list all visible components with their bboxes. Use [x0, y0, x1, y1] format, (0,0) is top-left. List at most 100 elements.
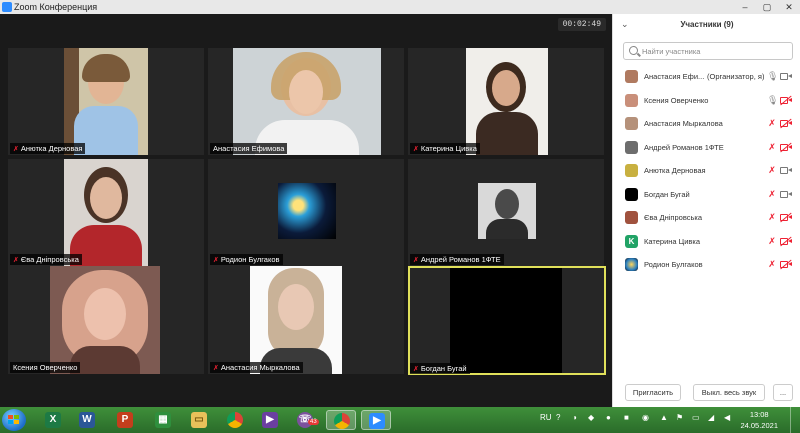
video-tile-active-speaker[interactable]: ✗ Богдан Бугай	[408, 266, 606, 375]
zoom-logo-icon	[2, 2, 12, 12]
mic-muted-icon[interactable]: ✗	[767, 142, 777, 153]
participant-role: (Организатор, я)	[707, 72, 765, 81]
participant-row[interactable]: Анастасия Мыркалова ✗	[613, 112, 800, 136]
participant-name: Богдан Бугай	[644, 189, 690, 199]
mic-muted-icon[interactable]: ✗	[767, 212, 777, 223]
participant-row[interactable]: Богдан Бугай ✗	[613, 183, 800, 207]
window-title: Zoom Конференция	[14, 2, 98, 12]
spreadsheet-icon: ▦	[155, 412, 171, 428]
close-icon[interactable]: ✕	[778, 0, 800, 14]
video-off-icon[interactable]	[780, 143, 792, 152]
video-tile[interactable]: Ксения Оверченко	[8, 266, 204, 374]
taskbar-spreadsheet[interactable]: ▦	[148, 410, 178, 430]
participant-name: Ксения Оверченко	[644, 95, 709, 105]
notification-badge: 43	[308, 419, 319, 425]
video-off-icon[interactable]	[780, 237, 792, 246]
participant-name: Анастасия Ефи...	[644, 72, 705, 81]
search-icon	[629, 46, 638, 55]
participant-row[interactable]: Родион Булгаков ✗	[613, 253, 800, 277]
participant-row[interactable]: Єва Дніпровська ✗	[613, 206, 800, 230]
video-off-icon[interactable]	[780, 96, 792, 105]
mic-muted-icon[interactable]: ✗	[767, 259, 777, 270]
video-tile[interactable]: Анастасия Ефимова	[208, 48, 404, 155]
taskbar-chrome-2[interactable]	[326, 410, 356, 430]
participant-name: Катерина Цивка	[644, 236, 700, 246]
mute-all-button[interactable]: Выкл. весь звук	[693, 384, 765, 401]
taskbar-word[interactable]: W	[72, 410, 102, 430]
video-camera-icon[interactable]	[780, 166, 792, 175]
volume-icon[interactable]: ◀	[724, 413, 730, 422]
participant-row[interactable]: Анастасия Ефи... (Организатор, я) 🎙	[613, 65, 800, 89]
video-off-icon[interactable]	[780, 213, 792, 222]
taskbar-zoom[interactable]: ▶	[361, 410, 391, 430]
tile-name-label: ✗ Богдан Бугай	[410, 363, 470, 374]
muted-mic-icon: ✗	[413, 146, 419, 153]
system-clock[interactable]: 13:08 24.05.2021	[740, 409, 778, 431]
show-hidden-icons[interactable]: ▲	[660, 413, 668, 422]
taskbar-chrome[interactable]	[220, 410, 250, 430]
chrome-icon	[227, 412, 243, 428]
participant-video	[50, 266, 160, 374]
help-icon[interactable]: ?	[556, 413, 560, 422]
maximize-icon[interactable]: ▢	[756, 0, 778, 14]
participant-row[interactable]: Андрей Романов 1ФТЕ ✗	[613, 136, 800, 160]
video-tile[interactable]: ✗ Єва Дніпровська	[8, 159, 204, 266]
more-button[interactable]: ...	[773, 384, 793, 401]
mic-muted-icon[interactable]: ✗	[767, 236, 777, 247]
video-tile[interactable]: ✗ Анютка Дерновая	[8, 48, 204, 155]
tray-app-icon[interactable]: ◆	[588, 413, 594, 422]
flag-icon[interactable]: ⚑	[676, 413, 683, 422]
meeting-gallery: 00:02:49 ✗ Анютка Дерновая Анастасия Ефим…	[0, 14, 612, 407]
tray-app-icon[interactable]: ◉	[642, 413, 649, 422]
tile-name-label: ✗ Єва Дніпровська	[10, 254, 82, 265]
windows-taskbar: X W P ▦ ▭ ▶ ☏ 43 ▶ RU ? ◑ ◆ ● ■ ◉ ▲ ⚑ ▭ …	[0, 407, 800, 433]
tray-app-icon[interactable]: ●	[606, 413, 611, 422]
taskbar-media-player[interactable]: ▶	[255, 410, 285, 430]
taskbar-viber[interactable]: ☏ 43	[290, 410, 320, 430]
video-tile[interactable]: ✗ Анастасия Мыркалова	[208, 266, 404, 374]
excel-icon: X	[45, 412, 61, 428]
taskbar-powerpoint[interactable]: P	[110, 410, 140, 430]
participant-row[interactable]: K Катерина Цивка ✗	[613, 230, 800, 254]
mic-icon[interactable]: 🎙	[767, 95, 778, 106]
video-off-icon[interactable]	[780, 260, 792, 269]
show-desktop-button[interactable]	[790, 407, 800, 433]
avatar-letter: K	[625, 234, 638, 248]
network-icon[interactable]: ◢	[708, 413, 714, 422]
start-button[interactable]	[2, 409, 26, 431]
participant-avatar	[478, 183, 536, 239]
video-tile[interactable]: ✗ Андрей Романов 1ФТЕ	[408, 159, 604, 266]
tray-app-icon[interactable]: ■	[624, 413, 629, 422]
mic-muted-icon[interactable]: ✗	[767, 165, 777, 176]
muted-mic-icon: ✗	[13, 257, 19, 264]
tray-app-icon[interactable]: ◑	[572, 413, 577, 422]
video-camera-icon[interactable]	[780, 190, 792, 199]
video-camera-icon[interactable]	[780, 72, 792, 81]
taskbar-excel[interactable]: X	[38, 410, 68, 430]
participant-row[interactable]: Ксения Оверченко 🎙	[613, 89, 800, 113]
zoom-icon: ▶	[369, 413, 385, 429]
clock-time: 13:08	[749, 410, 769, 419]
participant-video	[250, 266, 342, 374]
mic-muted-icon[interactable]: ✗	[767, 118, 777, 129]
media-player-icon: ▶	[262, 412, 278, 428]
chrome-icon	[334, 413, 350, 429]
video-tile[interactable]: ✗ Родион Булгаков	[208, 159, 404, 266]
battery-icon[interactable]: ▭	[692, 413, 700, 422]
participant-search[interactable]	[623, 42, 793, 60]
participants-panel: ⌄ Участники (9) Анастасия Ефи... (Органи…	[612, 14, 800, 407]
language-indicator[interactable]: RU	[540, 413, 552, 422]
search-input[interactable]	[642, 45, 787, 57]
participant-row[interactable]: Анютка Дерновая ✗	[613, 159, 800, 183]
taskbar-file-explorer[interactable]: ▭	[184, 410, 214, 430]
mic-muted-icon[interactable]: ✗	[767, 189, 777, 200]
tile-name-label: ✗ Родион Булгаков	[210, 254, 283, 265]
participant-video	[64, 159, 148, 266]
participant-name: Родион Булгаков	[644, 260, 703, 269]
avatar	[625, 117, 638, 130]
minimize-icon[interactable]: –	[734, 0, 756, 14]
video-tile[interactable]: ✗ Катерина Цивка	[408, 48, 604, 155]
video-off-icon[interactable]	[780, 119, 792, 128]
invite-button[interactable]: Пригласить	[625, 384, 681, 401]
mic-icon[interactable]: 🎙	[767, 71, 778, 82]
